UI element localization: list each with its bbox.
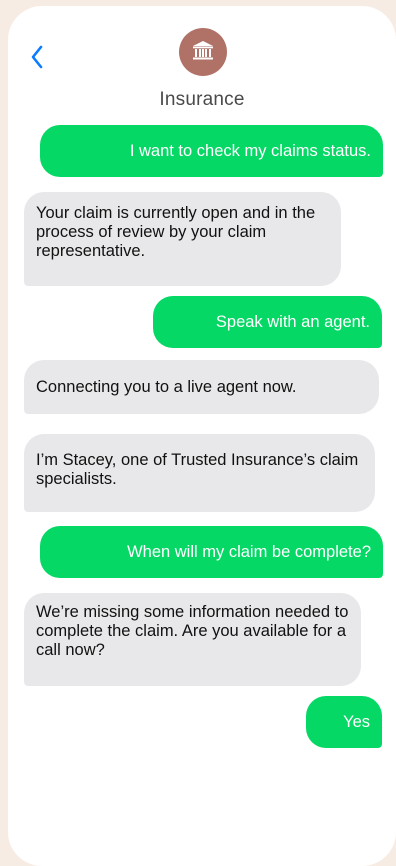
contact-avatar[interactable]	[179, 28, 227, 76]
back-button[interactable]	[28, 43, 48, 71]
message-text: Your claim is currently open and in the …	[36, 204, 316, 260]
message-bubble-received[interactable]: We’re missing some information needed to…	[24, 593, 361, 686]
chevron-left-icon	[31, 45, 43, 69]
message-bubble-sent[interactable]: When will my claim be complete?	[40, 526, 383, 578]
message-bubble-received[interactable]: Connecting you to a live agent now.	[24, 360, 379, 414]
contact-name[interactable]: Insurance	[8, 89, 396, 111]
message-text: I want to check my claims status.	[129, 141, 371, 160]
message-text: Connecting you to a live agent now.	[36, 377, 297, 396]
message-text: Speak with an agent.	[215, 312, 370, 331]
message-bubble-received[interactable]: Your claim is currently open and in the …	[24, 192, 341, 286]
message-text: Yes	[343, 712, 370, 731]
message-text: We’re missing some information needed to…	[36, 603, 349, 659]
message-text: I’m Stacey, one of Trusted Insurance’s c…	[36, 451, 359, 488]
message-bubble-sent[interactable]: I want to check my claims status.	[40, 125, 383, 177]
message-text: When will my claim be complete?	[127, 542, 371, 561]
messages-screen: Insurance I want to check my claims stat…	[8, 6, 396, 866]
bank-building-icon	[193, 41, 213, 60]
message-bubble-sent[interactable]: Speak with an agent.	[153, 296, 382, 348]
message-bubble-received[interactable]: I’m Stacey, one of Trusted Insurance’s c…	[24, 434, 375, 512]
message-bubble-sent[interactable]: Yes	[306, 696, 382, 748]
